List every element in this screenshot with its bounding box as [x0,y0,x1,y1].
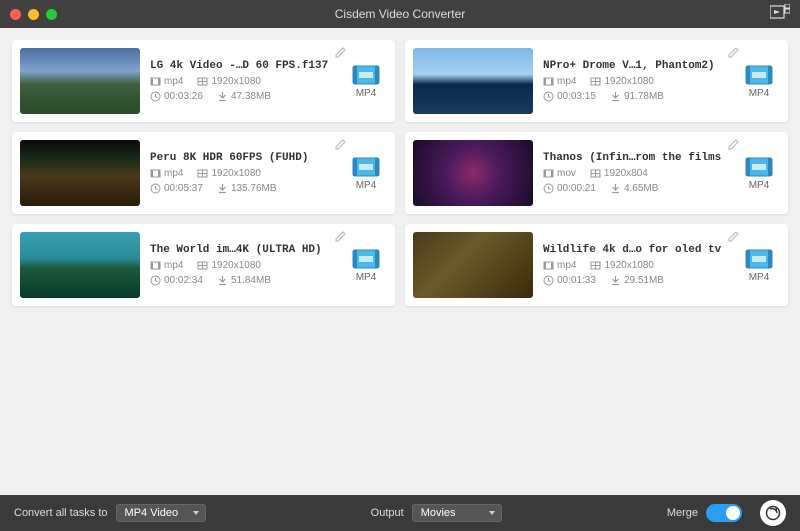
format-meta: mov [543,168,576,179]
video-title: LG 4k Video -…D 60 FPS.f137 [150,60,345,72]
format-label: MP4 [356,272,377,283]
format-meta: mp4 [150,168,183,179]
resolution-meta: 1920x1080 [590,76,654,87]
edit-icon[interactable] [334,230,347,248]
video-thumbnail[interactable] [413,140,533,206]
format-icon [744,248,774,270]
video-card[interactable]: Peru 8K HDR 60FPS (FUHD) mp4 1920x1080 00:0… [12,132,395,214]
duration-meta: 00:05:37 [150,183,203,194]
edit-icon[interactable] [727,230,740,248]
video-title: Wildlife 4k d…o for oled tv [543,244,738,256]
video-title: NPro+ Drome V…1, Phantom2) [543,60,738,72]
format-meta: mp4 [543,76,576,87]
output-format[interactable]: MP4 [345,140,387,206]
format-meta: mp4 [543,260,576,271]
format-icon [351,156,381,178]
resolution-meta: 1920x1080 [197,260,261,271]
app-title: Cisdem Video Converter [0,7,800,21]
resolution-meta: 1920x1080 [590,260,654,271]
maximize-button[interactable] [46,9,57,20]
output-format[interactable]: MP4 [345,48,387,114]
video-card[interactable]: The World im…4K (ULTRA HD) mp4 1920x1080 00… [12,224,395,306]
duration-meta: 00:01:33 [543,275,596,286]
minimize-button[interactable] [28,9,39,20]
format-label: MP4 [749,88,770,99]
edit-icon[interactable] [727,46,740,64]
video-thumbnail[interactable] [20,48,140,114]
format-label: MP4 [749,180,770,191]
output-format[interactable]: MP4 [738,232,780,298]
format-label: MP4 [356,180,377,191]
size-meta: 135.76MB [217,183,277,194]
video-info: LG 4k Video -…D 60 FPS.f137 mp4 1920x1080 0… [140,48,345,114]
video-title: Thanos (Infin…rom the films [543,152,738,164]
convert-format-select[interactable]: MP4 Video [116,504,206,522]
size-meta: 51.84MB [217,275,271,286]
resolution-meta: 1920x1080 [197,76,261,87]
titlebar: Cisdem Video Converter [0,0,800,28]
video-card[interactable]: NPro+ Drome V…1, Phantom2) mp4 1920x1080 00… [405,40,788,122]
merge-label: Merge [667,507,698,519]
video-info: NPro+ Drome V…1, Phantom2) mp4 1920x1080 00… [533,48,738,114]
traffic-lights [10,9,57,20]
output-format[interactable]: MP4 [345,232,387,298]
output-format[interactable]: MP4 [738,140,780,206]
size-meta: 29.51MB [610,275,664,286]
video-thumbnail[interactable] [20,140,140,206]
duration-meta: 00:00:21 [543,183,596,194]
output-folder-select[interactable]: Movies [412,504,502,522]
video-card[interactable]: Thanos (Infin…rom the films mov 1920x804 00… [405,132,788,214]
duration-meta: 00:03:15 [543,91,596,102]
resolution-meta: 1920x1080 [197,168,261,179]
format-meta: mp4 [150,76,183,87]
close-button[interactable] [10,9,21,20]
resolution-meta: 1920x804 [590,168,648,179]
video-thumbnail[interactable] [413,48,533,114]
duration-meta: 00:03:26 [150,91,203,102]
edit-icon[interactable] [334,46,347,64]
format-icon [744,156,774,178]
size-meta: 4.65MB [610,183,658,194]
duration-meta: 00:02:34 [150,275,203,286]
media-library-icon[interactable] [770,4,790,25]
format-meta: mp4 [150,260,183,271]
footer-bar: Convert all tasks to MP4 Video Output Mo… [0,495,800,531]
edit-icon[interactable] [334,138,347,156]
edit-icon[interactable] [727,138,740,156]
video-card[interactable]: Wildlife 4k d…o for oled tv mp4 1920x1080 0… [405,224,788,306]
size-meta: 47.38MB [217,91,271,102]
output-format[interactable]: MP4 [738,48,780,114]
merge-toggle[interactable] [706,504,742,522]
video-info: Wildlife 4k d…o for oled tv mp4 1920x1080 0… [533,232,738,298]
video-list: LG 4k Video -…D 60 FPS.f137 mp4 1920x1080 0… [0,28,800,495]
video-info: Peru 8K HDR 60FPS (FUHD) mp4 1920x1080 00:0… [140,140,345,206]
format-label: MP4 [356,88,377,99]
video-thumbnail[interactable] [20,232,140,298]
format-icon [351,248,381,270]
output-label: Output [371,507,404,519]
size-meta: 91.78MB [610,91,664,102]
video-card[interactable]: LG 4k Video -…D 60 FPS.f137 mp4 1920x1080 0… [12,40,395,122]
format-icon [744,64,774,86]
app-window: Cisdem Video Converter LG 4k Video -…D 6… [0,0,800,531]
video-title: Peru 8K HDR 60FPS (FUHD) [150,152,345,164]
video-thumbnail[interactable] [413,232,533,298]
video-info: Thanos (Infin…rom the films mov 1920x804 00… [533,140,738,206]
convert-all-label: Convert all tasks to [14,507,108,519]
start-convert-button[interactable] [760,500,786,526]
video-info: The World im…4K (ULTRA HD) mp4 1920x1080 00… [140,232,345,298]
format-icon [351,64,381,86]
video-title: The World im…4K (ULTRA HD) [150,244,345,256]
format-label: MP4 [749,272,770,283]
